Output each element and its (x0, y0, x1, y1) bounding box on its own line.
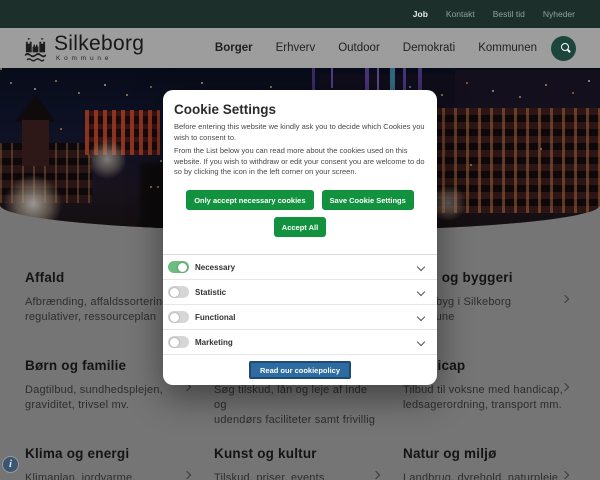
topbar-link-nyheder[interactable]: Nyheder (543, 9, 575, 19)
save-settings-button[interactable]: Save Cookie Settings (321, 190, 414, 210)
section-natur-og-miljo[interactable]: Natur og miljø Landbrug, dyrehold, natur… (403, 446, 570, 480)
nav-borger[interactable]: Borger (215, 42, 253, 54)
accept-all-button[interactable]: Accept All (273, 217, 327, 237)
section-title: Natur og miljø (403, 446, 497, 461)
section-desc: Klimaplan, jordvarme, (25, 472, 136, 480)
modal-button-row: Only accept necessary cookies Save Cooki… (163, 190, 437, 210)
modal-title: Cookie Settings (174, 102, 277, 117)
toggle-row-marketing[interactable]: Marketing (163, 330, 437, 355)
section-desc: Dagtilbud, sundhedsplejen, graviditet, t… (25, 384, 163, 411)
toggle-row-functional[interactable]: Functional (163, 305, 437, 330)
modal-intro-text: Before entering this website we kindly a… (174, 122, 425, 142)
toggle-knob (170, 312, 179, 322)
site-header: Silkeborg Kommune Borger Erhverv Outdoor… (0, 28, 600, 68)
marketing-toggle[interactable] (168, 336, 189, 348)
toggle-row-statistic[interactable]: Statistic (163, 280, 437, 305)
read-cookiepolicy-button[interactable]: Read our cookiepolicy (248, 361, 352, 379)
modal-footer: Read our cookiepolicy (163, 361, 437, 379)
cookie-info-icon[interactable]: i (3, 457, 18, 472)
toggle-row-necessary[interactable]: Necessary (163, 255, 437, 280)
topbar-link-kontakt[interactable]: Kontakt (446, 9, 475, 19)
section-desc: Tilskud, priser, events, kulturpolitik (214, 472, 328, 480)
chevron-down-icon[interactable] (416, 312, 426, 322)
cookie-toggle-list: Necessary Statistic Functional Marketing (163, 254, 437, 355)
toggle-label: Necessary (195, 262, 236, 272)
chevron-down-icon[interactable] (416, 287, 426, 297)
toggle-knob (170, 337, 179, 347)
topbar-link-bestil-tid[interactable]: Bestil tid (493, 9, 525, 19)
only-necessary-button[interactable]: Only accept necessary cookies (186, 190, 314, 210)
chevron-down-icon[interactable] (416, 262, 426, 272)
topbar-link-job[interactable]: Job (413, 9, 428, 19)
statistic-toggle[interactable] (168, 286, 189, 298)
toggle-label: Statistic (195, 287, 227, 297)
nav-kommunen[interactable]: Kommunen (478, 42, 537, 54)
toggle-knob (170, 287, 179, 297)
toggle-label: Functional (195, 312, 236, 322)
silkeborg-crest-icon (24, 35, 47, 62)
modal-details-text: From the List below you can read more ab… (174, 146, 425, 176)
functional-toggle[interactable] (168, 311, 189, 323)
search-icon (560, 43, 569, 51)
cookie-settings-modal: Cookie Settings Before entering this web… (163, 90, 437, 385)
nav-demokrati[interactable]: Demokrati (403, 42, 455, 54)
utility-bar: Job Kontakt Bestil tid Nyheder (0, 0, 600, 28)
nav-outdoor[interactable]: Outdoor (338, 42, 380, 54)
silkeborg-logo[interactable]: Silkeborg Kommune (24, 32, 145, 62)
modal-accept-row: Accept All (163, 217, 437, 237)
logo-title: Silkeborg (54, 32, 145, 55)
section-desc: Søg tilskud, lån og leje af inde og uden… (214, 384, 376, 426)
section-desc: Tilbud til voksne med handicap, ledsager… (403, 384, 563, 411)
main-nav: Borger Erhverv Outdoor Demokrati Kommune… (215, 42, 537, 54)
logo-subtitle: Kommune (56, 55, 113, 62)
toggle-knob (178, 262, 187, 272)
section-title: Kunst og kultur (214, 446, 317, 461)
chevron-down-icon[interactable] (416, 337, 426, 347)
section-klima-og-energi[interactable]: Klima og energi Klimaplan, jordvarme, (25, 446, 192, 480)
section-desc: Landbrug, dyrehold, naturpleje, (403, 472, 562, 480)
necessary-toggle[interactable] (168, 261, 189, 273)
toggle-label: Marketing (195, 337, 233, 347)
search-button[interactable] (551, 35, 576, 61)
nav-erhverv[interactable]: Erhverv (276, 42, 316, 54)
section-kunst-og-kultur[interactable]: Kunst og kultur Tilskud, priser, events,… (214, 446, 381, 480)
section-title: Klima og energi (25, 446, 130, 461)
